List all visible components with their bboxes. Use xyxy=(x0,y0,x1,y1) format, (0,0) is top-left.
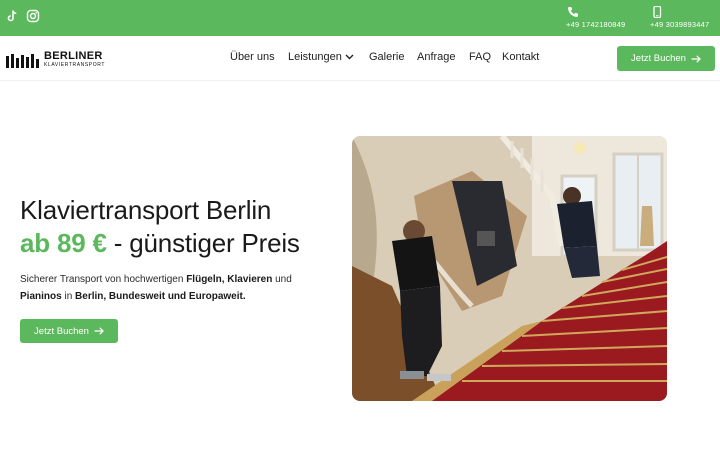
logo-title: BERLINER xyxy=(44,50,103,62)
desc-bold-2: Pianinos xyxy=(20,291,62,302)
nav-item-leistungen-label: Leistungen xyxy=(288,51,342,63)
desc-text-3: in xyxy=(61,291,76,302)
hero-price-suffix: - günstiger Preis xyxy=(106,228,300,258)
nav-item-leistungen[interactable]: Leistungen xyxy=(288,51,354,63)
hero-description: Sicherer Transport von hochwertigen Flüg… xyxy=(20,271,310,305)
phone-icon xyxy=(567,5,579,17)
hero-price-line: ab 89 € - günstiger Preis xyxy=(20,228,300,259)
instagram-icon[interactable] xyxy=(26,9,40,23)
hero-price: ab 89 € xyxy=(20,228,107,258)
desc-text-2: und xyxy=(272,274,292,285)
social-links xyxy=(5,9,40,23)
desc-bold-3: Berlin, Bundesweit und Europaweit. xyxy=(75,291,246,302)
phone-number[interactable]: +49 1742180849 xyxy=(566,20,625,29)
mobile-icon xyxy=(651,5,663,19)
nav-item-faq[interactable]: FAQ xyxy=(469,51,491,63)
logo-piano-keys-icon xyxy=(6,54,39,68)
top-bar: +49 1742180849 +49 3039893447 xyxy=(0,0,720,36)
main-navbar: BERLINER KLAVIERTRANSPORT Über uns Leist… xyxy=(0,36,720,81)
nav-item-kontakt[interactable]: Kontakt xyxy=(502,51,539,63)
mobile-number[interactable]: +49 3039893447 xyxy=(650,20,709,29)
tiktok-icon[interactable] xyxy=(5,9,19,23)
nav-item-galerie[interactable]: Galerie xyxy=(369,51,404,63)
logo-subtitle: KLAVIERTRANSPORT xyxy=(44,62,106,68)
nav-item-anfrage[interactable]: Anfrage xyxy=(417,51,456,63)
piano-moving-photo xyxy=(352,136,667,401)
arrow-right-icon xyxy=(691,54,701,63)
book-now-button-hero[interactable]: Jetzt Buchen xyxy=(20,319,118,343)
book-now-label: Jetzt Buchen xyxy=(34,325,89,337)
book-now-label: Jetzt Buchen xyxy=(631,53,686,64)
nav-item-ueber-uns[interactable]: Über uns xyxy=(230,51,275,63)
desc-bold-1: Flügeln, Klavieren xyxy=(186,274,273,285)
desc-text-1: Sicherer Transport von hochwertigen xyxy=(20,274,187,285)
contact-mobile[interactable]: +49 3039893447 xyxy=(650,5,709,29)
hero-heading: Klaviertransport Berlin xyxy=(20,195,272,225)
arrow-right-icon xyxy=(94,327,104,335)
contact-phone[interactable]: +49 1742180849 xyxy=(566,5,625,29)
book-now-button-header[interactable]: Jetzt Buchen xyxy=(617,46,715,71)
logo[interactable]: BERLINER KLAVIERTRANSPORT xyxy=(6,50,110,70)
chevron-down-icon xyxy=(345,52,354,61)
